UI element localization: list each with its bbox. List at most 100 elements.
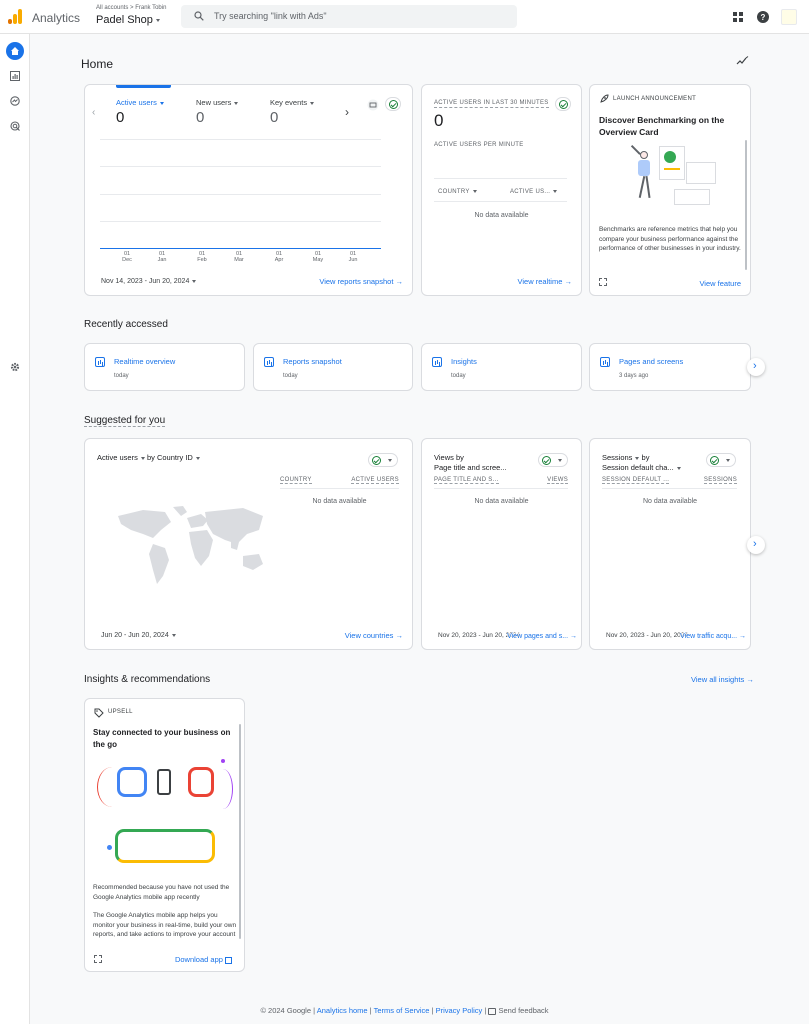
explore-icon — [10, 96, 20, 106]
metric-tab-key-events[interactable]: Key events 0 — [270, 98, 315, 126]
data-quality-indicator[interactable] — [385, 97, 401, 111]
metric-selector[interactable]: Active users — [97, 453, 138, 462]
nav-reports[interactable] — [6, 67, 24, 85]
nav-advertising[interactable] — [6, 117, 24, 135]
dimension-selector[interactable]: Country ID — [157, 453, 193, 462]
recent-item-time: 3 days ago — [619, 373, 649, 379]
dimension-selector[interactable]: Session default cha... — [602, 463, 674, 472]
metric-value: 0 — [116, 109, 125, 126]
benchmark-icon[interactable] — [367, 99, 379, 111]
recently-accessed-title: Recently accessed — [84, 319, 168, 330]
next-arrow-icon[interactable]: › — [345, 105, 349, 119]
apps-grid-icon[interactable] — [731, 10, 745, 24]
expand-icon[interactable] — [94, 955, 102, 963]
search-bar[interactable]: Try searching "link with Ads" — [181, 5, 517, 28]
col-sessions: SESSIONS — [703, 477, 737, 484]
insights-sparkle-icon[interactable] — [736, 56, 749, 66]
expand-icon[interactable] — [599, 278, 607, 286]
prev-arrow-icon[interactable]: ‹ — [92, 107, 95, 118]
check-circle-icon — [542, 456, 551, 465]
view-traffic-link[interactable]: View traffic acqu... → — [680, 633, 746, 640]
property-selector[interactable]: Padel Shop — [96, 14, 160, 26]
metric-selector[interactable]: Views by — [434, 453, 507, 463]
overview-card: ‹ Active users 0 New users 0 Key events … — [84, 84, 413, 296]
view-realtime-link[interactable]: View realtime → — [518, 277, 572, 286]
terms-link[interactable]: Terms of Service — [374, 1006, 430, 1015]
data-quality-indicator[interactable] — [555, 97, 571, 111]
card-heading[interactable]: Active users by Country ID — [97, 453, 200, 462]
link-label: View all insights — [691, 675, 745, 684]
chevron-right-icon: › — [753, 360, 757, 372]
date-range-selector[interactable]: Nov 14, 2023 - Jun 20, 2024 — [101, 278, 197, 285]
chevron-right-icon: › — [753, 538, 757, 550]
check-circle-icon — [710, 456, 719, 465]
suggested-next-button[interactable]: › — [747, 536, 765, 554]
upsell-body: The Google Analytics mobile app helps yo… — [93, 912, 237, 938]
view-countries-link[interactable]: View countries → — [345, 631, 403, 640]
separator: | — [431, 1006, 434, 1015]
recent-item-label: Realtime overview — [114, 357, 176, 366]
download-app-link[interactable]: Download app — [175, 955, 232, 964]
copyright: © 2024 Google | — [260, 1006, 316, 1015]
report-icon — [432, 357, 442, 367]
nav-explore[interactable] — [6, 92, 24, 110]
report-icon — [264, 357, 274, 367]
chevron-down-icon — [635, 456, 640, 460]
top-bar: Analytics All accounts > Frank Tobin Pad… — [0, 0, 809, 34]
svg-text:?: ? — [761, 13, 766, 22]
send-feedback-button[interactable]: Send feedback — [488, 1006, 549, 1015]
help-icon[interactable]: ? — [756, 10, 770, 24]
data-quality-indicator[interactable] — [368, 453, 398, 467]
mobile-app-illustration — [93, 759, 233, 877]
analytics-logo-icon[interactable] — [8, 9, 22, 24]
arrow-right-icon: → — [564, 277, 573, 286]
metric-tab-active-users[interactable]: Active users 0 — [116, 98, 164, 126]
col-views: VIEWS — [547, 477, 568, 484]
recent-item[interactable]: Pages and screens 3 days ago — [589, 343, 751, 391]
x-tick-month: Jan — [157, 257, 167, 263]
arrow-right-icon: → — [395, 277, 404, 286]
metric-value: 0 — [196, 109, 205, 126]
col-country[interactable]: COUNTRY — [438, 189, 477, 195]
recent-item[interactable]: Insights today — [421, 343, 582, 391]
x-tick-month: Feb — [197, 257, 207, 263]
view-reports-snapshot-link[interactable]: View reports snapshot → — [319, 277, 403, 286]
col-session-channel: SESSION DEFAULT ... — [602, 477, 670, 484]
arrow-right-icon: → — [570, 633, 577, 640]
nav-home[interactable] — [6, 42, 24, 60]
date-range: Nov 20, 2023 - Jun 20, 2024 — [606, 632, 689, 639]
empty-state: No data available — [474, 498, 529, 505]
scrollbar[interactable] — [239, 724, 241, 939]
recent-item[interactable]: Reports snapshot today — [253, 343, 413, 391]
data-quality-indicator[interactable] — [538, 453, 568, 467]
benchmark-illustration — [620, 143, 720, 217]
account-avatar[interactable] — [781, 9, 797, 25]
privacy-link[interactable]: Privacy Policy — [436, 1006, 483, 1015]
dimension-selector[interactable]: Page title and scree... — [434, 463, 507, 473]
recent-next-button[interactable]: › — [747, 358, 765, 376]
metric-selector[interactable]: Sessions — [602, 453, 632, 462]
metric-label: Key events — [270, 98, 308, 107]
gridline — [100, 166, 381, 167]
card-heading[interactable]: Sessions by Session default cha... — [602, 453, 681, 473]
col-active-users-label: ACTIVE US... — [510, 189, 551, 195]
view-feature-link[interactable]: View feature — [699, 279, 741, 288]
empty-state: No data available — [474, 212, 529, 219]
nav-admin[interactable] — [6, 358, 24, 376]
data-quality-indicator[interactable] — [706, 453, 736, 467]
card-heading[interactable]: Views by Page title and scree... — [434, 453, 507, 473]
metric-tab-new-users[interactable]: New users 0 — [196, 98, 239, 126]
analytics-home-link[interactable]: Analytics home — [317, 1006, 368, 1015]
date-range-selector[interactable]: Jun 20 - Jun 20, 2024 — [101, 632, 176, 639]
view-all-insights-link[interactable]: View all insights → — [691, 675, 754, 684]
account-breadcrumb[interactable]: All accounts > Frank Tobin — [96, 5, 166, 11]
gridline — [100, 139, 381, 140]
recent-item[interactable]: Realtime overview today — [84, 343, 245, 391]
check-circle-icon — [389, 100, 398, 109]
upsell-card: UPSELL Stay connected to your business o… — [84, 698, 245, 972]
col-active-users[interactable]: ACTIVE US... — [510, 189, 558, 195]
link-label: View realtime — [517, 277, 563, 286]
realtime-title: ACTIVE USERS IN LAST 30 MINUTES — [434, 100, 549, 108]
view-pages-link[interactable]: View pages and s... → — [507, 633, 577, 640]
scrollbar[interactable] — [745, 140, 747, 270]
